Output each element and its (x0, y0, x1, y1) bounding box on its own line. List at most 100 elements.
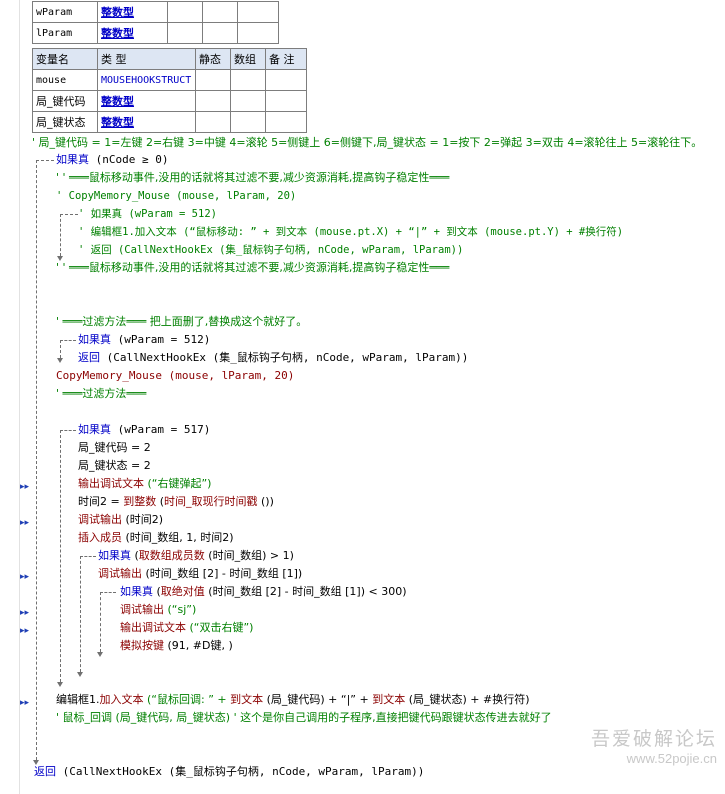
code-line[interactable]: 返回 (CallNextHookEx (集_鼠标钩子句柄, nCode, wPa… (78, 349, 468, 367)
code-comment[interactable]: ' 如果真 (wParam = 512) (78, 205, 217, 223)
code-comment[interactable]: ' ═══过滤方法═══ 把上面删了,替换成这个就好了。 (56, 313, 307, 331)
code-line[interactable]: 返回 (CallNextHookEx (集_鼠标钩子句柄, nCode, wPa… (34, 763, 424, 781)
code-comment[interactable]: ' 鼠标_回调 (局_键代码, 局_键状态) ' 这个是你自己调用的子程序,直接… (56, 709, 552, 727)
flow-guide (60, 214, 61, 256)
function-name: 到整数 (123, 495, 157, 508)
code-line[interactable]: 调试输出 (时间_数组 [2] - 时间_数组 [1]) (98, 565, 302, 583)
function-name: 调试输出 (78, 513, 122, 526)
code-text: (局_键代码) + “|” + (263, 693, 373, 706)
code-comment[interactable]: ' 局_键代码 = 1=左键 2=右键 3=中键 4=滚轮 5=侧键上 6=侧键… (32, 134, 702, 152)
code-text: ( (156, 495, 165, 508)
table-row[interactable]: mouse MOUSEHOOKSTRUCT (32, 69, 307, 91)
param-cell[interactable] (237, 22, 279, 44)
flow-guide (80, 556, 81, 672)
col-header: 静态 (195, 48, 231, 70)
keyword: 如果真 (78, 423, 111, 436)
code-comment[interactable]: ' ' ═══鼠标移动事件,没用的话就将其过滤不要,减少资源消耗,提高钩子稳定性… (56, 169, 449, 187)
code-line[interactable]: 输出调试文本 (“双击右键”) (120, 619, 253, 637)
var-cell[interactable] (230, 90, 266, 112)
watermark-url: www.52pojie.cn (626, 751, 717, 766)
code-line[interactable]: 局_键代码 = 2 (78, 439, 151, 457)
var-type[interactable]: 整数型 (97, 111, 196, 133)
code-line[interactable]: 插入成员 (时间_数组, 1, 时间2) (78, 529, 234, 547)
flow-guide (60, 430, 76, 431)
function-name: 调试输出 (98, 567, 142, 580)
code-text: (时间2) (122, 513, 164, 526)
keyword: 如果真 (120, 585, 153, 598)
code-line[interactable]: 如果真 (取绝对值 (时间_数组 [2] - 时间_数组 [1]) < 300) (120, 583, 407, 601)
var-cell[interactable] (265, 90, 307, 112)
param-name[interactable]: lParam (32, 22, 98, 44)
param-cell[interactable] (167, 1, 203, 23)
code-comment[interactable]: ' 编辑框1.加入文本 (“鼠标移动: ” + 到文本 (mouse.pt.X)… (78, 223, 623, 241)
flow-guide (100, 592, 116, 593)
code-line[interactable]: 如果真 (wParam = 517) (78, 421, 210, 439)
param-cell[interactable] (202, 22, 238, 44)
code-line[interactable]: 调试输出 (“sj”) (120, 601, 196, 619)
table-row[interactable]: lParam 整数型 (32, 22, 279, 44)
code-text: (“sj”) (164, 603, 197, 616)
code-line[interactable]: 局_键状态 = 2 (78, 457, 151, 475)
param-cell[interactable] (237, 1, 279, 23)
breakpoint-marker-icon[interactable]: ▸▸ (20, 698, 30, 708)
var-cell[interactable] (230, 111, 266, 133)
code-line[interactable]: 输出调试文本 (“右键弹起”) (78, 475, 211, 493)
param-type[interactable]: 整数型 (97, 22, 168, 44)
code-text: (时间_数组, 1, 时间2) (122, 531, 234, 544)
var-cell[interactable] (195, 69, 231, 91)
code-line[interactable]: 如果真 (wParam = 512) (78, 331, 210, 349)
code-line[interactable]: 模拟按键 (91, #D键, ) (120, 637, 233, 655)
keyword: 如果真 (98, 549, 131, 562)
function-name: 时间_取现行时间戳 (164, 495, 258, 508)
var-cell[interactable] (195, 111, 231, 133)
var-name[interactable]: 局_键状态 (32, 111, 98, 133)
function-name: 模拟按键 (120, 639, 164, 652)
function-name: 调试输出 (120, 603, 164, 616)
param-cell[interactable] (167, 22, 203, 44)
var-type[interactable]: 整数型 (97, 90, 196, 112)
table-row[interactable]: 局_键代码 整数型 (32, 90, 307, 112)
params-table: wParam 整数型 lParam 整数型 (32, 1, 279, 44)
gutter-divider (19, 0, 20, 794)
flow-guide (60, 340, 76, 341)
code-comment[interactable]: ' ═══过滤方法═══ (56, 385, 146, 403)
code-line[interactable]: 如果真 (取数组成员数 (时间_数组) > 1) (98, 547, 294, 565)
function-name: 取绝对值 (160, 585, 205, 598)
breakpoint-marker-icon[interactable]: ▸▸ (20, 572, 30, 582)
breakpoint-marker-icon[interactable]: ▸▸ (20, 518, 30, 528)
code-text: (时间_数组 [2] - 时间_数组 [1]) (142, 567, 303, 580)
code-text: ()) (257, 495, 274, 508)
code-comment[interactable]: ' CopyMemory_Mouse (mouse, lParam, 20) (56, 187, 296, 205)
code-text: (“鼠标回调: ” + (143, 693, 231, 706)
flow-arrow (97, 652, 103, 657)
var-name[interactable]: 局_键代码 (32, 90, 98, 112)
flow-arrow (57, 358, 63, 363)
col-header: 备 注 (265, 48, 307, 70)
param-cell[interactable] (202, 1, 238, 23)
table-row[interactable]: wParam 整数型 (32, 1, 279, 23)
breakpoint-marker-icon[interactable]: ▸▸ (20, 608, 30, 618)
var-cell[interactable] (195, 90, 231, 112)
col-header: 变量名 (32, 48, 98, 70)
code-text: (CallNextHookEx (集_鼠标钩子句柄, nCode, wParam… (100, 351, 469, 364)
code-comment[interactable]: ' ' ═══鼠标移动事件,没用的话就将其过滤不要,减少资源消耗,提高钩子稳定性… (56, 259, 449, 277)
table-row[interactable]: 局_键状态 整数型 (32, 111, 307, 133)
code-line[interactable]: CopyMemory_Mouse (mouse, lParam, 20) (56, 367, 294, 385)
flow-guide (60, 340, 61, 358)
code-line[interactable]: 调试输出 (时间2) (78, 511, 163, 529)
breakpoint-marker-icon[interactable]: ▸▸ (20, 626, 30, 636)
flow-guide (80, 556, 96, 557)
code-text: (wParam = 512) (111, 333, 211, 346)
param-type[interactable]: 整数型 (97, 1, 168, 23)
var-cell[interactable] (230, 69, 266, 91)
code-line[interactable]: 如果真 (nCode ≥ 0) (56, 151, 168, 169)
var-name[interactable]: mouse (32, 69, 98, 91)
var-type[interactable]: MOUSEHOOKSTRUCT (97, 69, 196, 91)
code-comment[interactable]: ' 返回 (CallNextHookEx (集_鼠标钩子句柄, nCode, w… (78, 241, 463, 259)
code-line[interactable]: 编辑框1.加入文本 (“鼠标回调: ” + 到文本 (局_键代码) + “|” … (56, 691, 530, 709)
breakpoint-marker-icon[interactable]: ▸▸ (20, 482, 30, 492)
var-cell[interactable] (265, 69, 307, 91)
param-name[interactable]: wParam (32, 1, 98, 23)
var-cell[interactable] (265, 111, 307, 133)
code-line[interactable]: 时间2 = 到整数 (时间_取现行时间戳 ()) (78, 493, 274, 511)
